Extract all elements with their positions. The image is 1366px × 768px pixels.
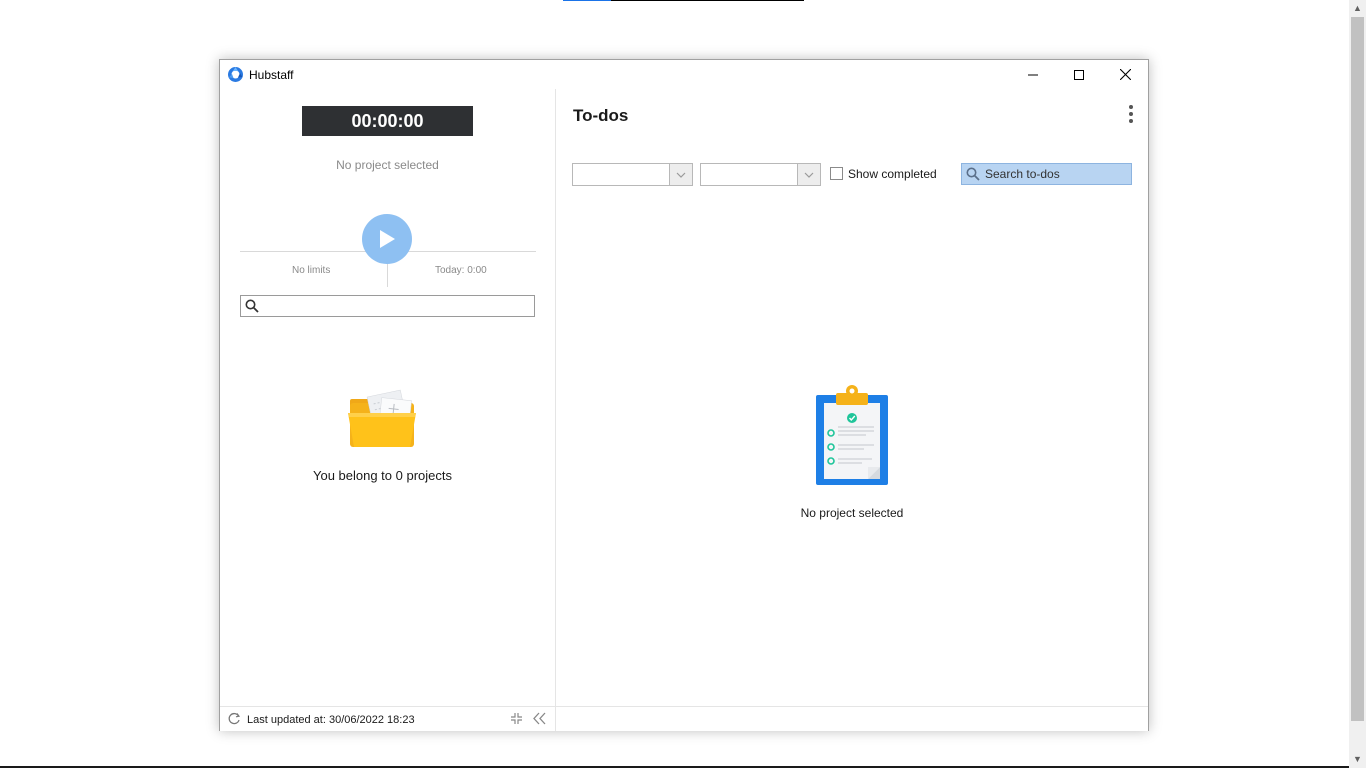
folder-icon (348, 389, 416, 447)
hubstaff-logo-icon (228, 67, 243, 82)
window-title: Hubstaff (249, 68, 294, 82)
projects-count-label: You belong to 0 projects (312, 468, 452, 483)
current-project-label: No project selected (336, 158, 439, 172)
timer-display: 00:00:00 (302, 106, 473, 136)
maximize-button[interactable] (1056, 60, 1102, 89)
today-total-label: Today: 0:00 (435, 265, 487, 276)
status-filter-select[interactable] (700, 163, 821, 186)
limits-label: No limits (292, 265, 331, 276)
show-completed-checkbox[interactable] (830, 167, 843, 180)
show-completed-label[interactable]: Show completed (848, 167, 937, 181)
browser-top-strip (563, 0, 804, 1)
scroll-up-arrow-icon[interactable]: ▲ (1349, 0, 1366, 17)
todos-panel: To-dos Show completed Search to-dos No p… (556, 89, 1148, 706)
search-icon (245, 299, 259, 313)
clipboard-icon (816, 385, 888, 485)
close-icon (1119, 69, 1131, 80)
play-icon (380, 230, 395, 248)
double-chevron-left-icon[interactable] (532, 712, 547, 725)
last-updated-label: Last updated at: 30/06/2022 18:23 (247, 714, 415, 726)
project-search-input[interactable] (240, 295, 535, 317)
start-timer-button[interactable] (362, 214, 412, 264)
page-scrollbar[interactable]: ▲ ▼ (1349, 0, 1366, 768)
todo-search-placeholder: Search to-dos (985, 167, 1060, 181)
hubstaff-window: Hubstaff 00:00:00 No project selected No… (219, 59, 1149, 731)
more-options-kebab-icon[interactable] (1128, 105, 1134, 123)
status-filter-dropdown-button[interactable] (797, 164, 820, 185)
status-bar: Last updated at: 30/06/2022 18:23 (220, 706, 1148, 731)
maximize-icon (1074, 69, 1084, 80)
shrink-icon[interactable] (510, 712, 523, 725)
project-filter-select[interactable] (572, 163, 693, 186)
minimize-icon (1028, 74, 1038, 75)
footer-separator (555, 707, 556, 731)
minimize-button[interactable] (1010, 60, 1056, 89)
timer-panel: 00:00:00 No project selected No limits T… (220, 89, 556, 706)
close-button[interactable] (1102, 60, 1148, 89)
search-icon (966, 167, 980, 181)
todos-empty-label: No project selected (800, 506, 904, 520)
chevron-down-icon (804, 172, 814, 178)
scrollbar-thumb[interactable] (1351, 17, 1364, 721)
todo-search-input[interactable]: Search to-dos (961, 163, 1132, 185)
project-filter-dropdown-button[interactable] (669, 164, 692, 185)
refresh-icon[interactable] (228, 712, 241, 725)
browser-top-accent (563, 0, 611, 1)
title-bar[interactable]: Hubstaff (220, 60, 1148, 89)
scroll-down-arrow-icon[interactable]: ▼ (1349, 751, 1366, 768)
todos-title: To-dos (573, 106, 629, 125)
chevron-down-icon (676, 172, 686, 178)
